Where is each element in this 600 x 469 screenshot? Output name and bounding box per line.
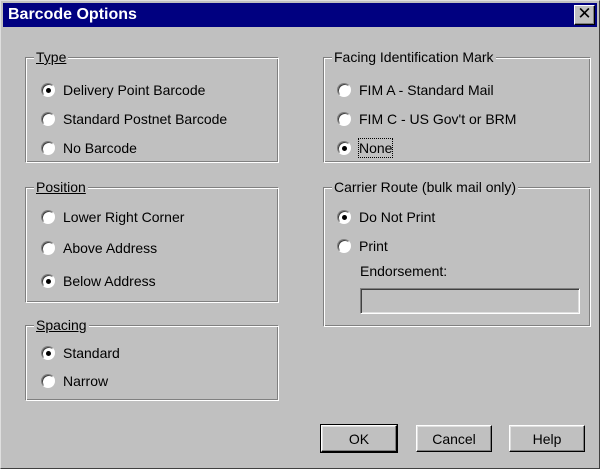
carrier-route-group-label: Carrier Route (bulk mail only) <box>332 178 519 196</box>
radio-above-address[interactable]: Above Address <box>41 239 157 257</box>
spacing-group-label-text: Spacing <box>36 317 87 333</box>
radio-indicator <box>337 112 351 126</box>
close-icon: ✕ <box>577 4 592 24</box>
radio-label: Lower Right Corner <box>63 209 185 225</box>
window-title: Barcode Options <box>8 6 137 23</box>
facing-identification-mark-group: Facing Identification Mark FIM A - Stand… <box>323 48 591 163</box>
radio-indicator <box>41 83 55 97</box>
radio-indicator <box>337 141 351 155</box>
radio-lower-right-corner[interactable]: Lower Right Corner <box>41 208 184 226</box>
radio-indicator <box>41 346 55 360</box>
barcode-options-dialog: Barcode Options ✕ Type Delivery Point Ba… <box>0 0 600 469</box>
radio-fim-a[interactable]: FIM A - Standard Mail <box>337 81 494 99</box>
endorsement-label: Endorsement: <box>360 263 448 279</box>
radio-label: Below Address <box>63 273 156 289</box>
radio-standard[interactable]: Standard <box>41 344 120 362</box>
radio-label: Delivery Point Barcode <box>63 82 206 98</box>
radio-indicator <box>41 210 55 224</box>
help-button[interactable]: Help <box>509 425 585 452</box>
radio-indicator <box>337 210 351 224</box>
radio-indicator <box>337 83 351 97</box>
endorsement-field[interactable] <box>360 288 580 314</box>
radio-indicator <box>337 239 351 253</box>
carrier-route-group: Carrier Route (bulk mail only) Do Not Pr… <box>323 178 591 327</box>
cancel-button[interactable]: Cancel <box>416 425 492 452</box>
radio-standard-postnet-barcode[interactable]: Standard Postnet Barcode <box>41 110 227 128</box>
position-group: Position Lower Right Corner Above Addres… <box>25 178 279 303</box>
radio-label: Print <box>359 238 388 254</box>
fim-group-label-text: Facing Identification Mark <box>334 49 494 65</box>
ok-button[interactable]: OK <box>320 424 398 453</box>
position-group-label: Position <box>34 178 88 196</box>
radio-fim-none[interactable]: None <box>337 138 394 158</box>
type-group-label: Type <box>34 48 69 66</box>
radio-label: FIM C - US Gov't or BRM <box>359 111 517 127</box>
spacing-group: Spacing Standard Narrow <box>25 316 279 401</box>
close-button[interactable]: ✕ <box>574 4 595 25</box>
radio-label: None <box>357 138 394 158</box>
radio-label: Standard <box>63 345 120 361</box>
spacing-group-label: Spacing <box>34 316 89 334</box>
radio-label: Standard Postnet Barcode <box>63 111 228 127</box>
radio-fim-c[interactable]: FIM C - US Gov't or BRM <box>337 110 516 128</box>
radio-label: FIM A - Standard Mail <box>359 82 494 98</box>
radio-narrow[interactable]: Narrow <box>41 372 108 390</box>
radio-indicator <box>41 374 55 388</box>
radio-label: Narrow <box>63 373 109 389</box>
title-bar: Barcode Options ✕ <box>3 3 597 27</box>
type-group: Type Delivery Point Barcode Standard Pos… <box>25 48 279 163</box>
radio-do-not-print[interactable]: Do Not Print <box>337 208 435 226</box>
fim-group-label: Facing Identification Mark <box>332 48 496 66</box>
radio-label: Above Address <box>63 240 158 256</box>
ok-button-label: OK <box>348 431 370 447</box>
carrier-route-group-label-text: Carrier Route (bulk mail only) <box>334 179 517 195</box>
position-group-label-text: Position <box>36 179 86 195</box>
radio-indicator <box>41 141 55 155</box>
help-button-label: Help <box>532 431 562 447</box>
radio-label: No Barcode <box>63 140 137 156</box>
radio-print[interactable]: Print <box>337 237 388 255</box>
radio-below-address[interactable]: Below Address <box>41 272 156 290</box>
type-group-label-text: Type <box>36 49 67 65</box>
radio-indicator <box>41 112 55 126</box>
radio-label: Do Not Print <box>359 209 436 225</box>
radio-delivery-point-barcode[interactable]: Delivery Point Barcode <box>41 81 205 99</box>
radio-indicator <box>41 274 55 288</box>
cancel-button-label: Cancel <box>432 431 476 447</box>
radio-indicator <box>41 241 55 255</box>
radio-no-barcode[interactable]: No Barcode <box>41 139 137 157</box>
